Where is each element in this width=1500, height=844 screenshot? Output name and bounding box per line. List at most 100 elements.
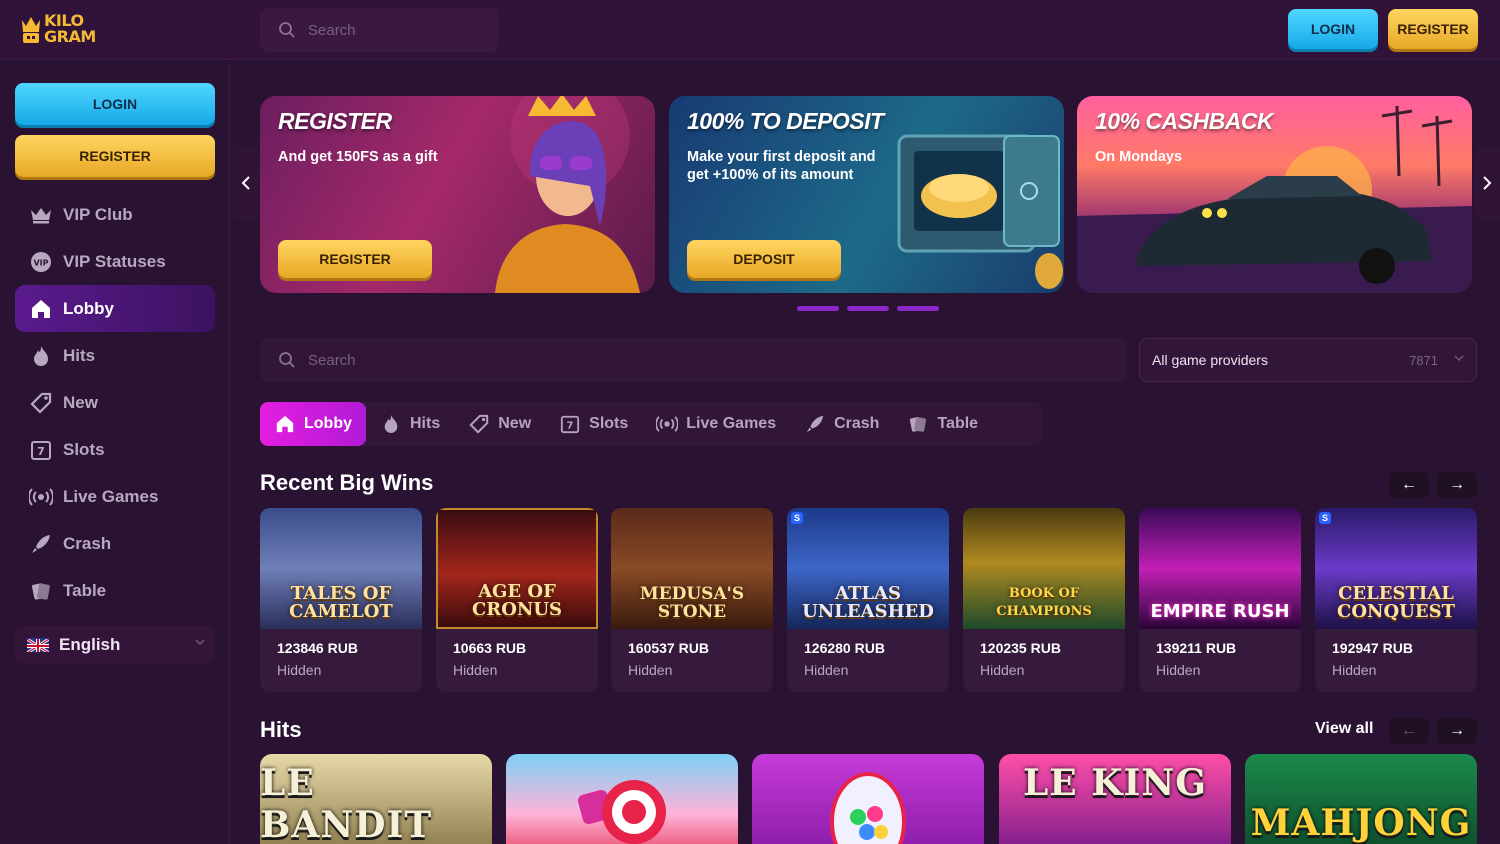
hit-game-card[interactable] bbox=[506, 754, 738, 844]
hit-game-card[interactable]: MAHJONG bbox=[1245, 754, 1477, 844]
logo[interactable]: KiLO GRAM bbox=[20, 8, 100, 50]
big-wins-title: Recent Big Wins bbox=[260, 470, 434, 495]
big-win-card[interactable]: MEDUSA'S STONE 160537 RUB Hidden bbox=[611, 508, 773, 692]
sidebar-item-vip-club[interactable]: VIP Club bbox=[15, 191, 215, 238]
big-win-card[interactable]: TALES OF CAMELOT 123846 RUB Hidden bbox=[260, 508, 422, 692]
top-login-button[interactable]: LOGIN bbox=[1288, 9, 1378, 49]
game-thumbnail: S ATLAS UNLEASHED bbox=[787, 508, 949, 629]
sidebar-item-hits[interactable]: Hits bbox=[15, 332, 215, 379]
home-icon bbox=[274, 413, 296, 435]
tab-hits[interactable]: Hits bbox=[366, 402, 454, 446]
game-thumbnail: TALES OF CAMELOT bbox=[260, 508, 422, 629]
providers-dropdown[interactable]: All game providers 7871 bbox=[1139, 338, 1477, 382]
tab-live-games[interactable]: Live Games bbox=[642, 402, 790, 446]
pagination-dot[interactable] bbox=[797, 306, 839, 311]
big-win-card[interactable]: EMPIRE RUSH 139211 RUB Hidden bbox=[1139, 508, 1301, 692]
rocket-icon bbox=[804, 413, 826, 435]
sidebar-item-label: Table bbox=[63, 580, 107, 600]
win-user: Hidden bbox=[1156, 662, 1201, 678]
logo-text: KiLO GRAM bbox=[44, 13, 96, 45]
hits-nav: ← → bbox=[1389, 718, 1477, 744]
sidebar-item-label: New bbox=[63, 392, 98, 412]
top-search-input[interactable] bbox=[308, 21, 478, 39]
language-selector[interactable]: English bbox=[15, 626, 215, 664]
win-amount: 123846 RUB bbox=[277, 640, 358, 656]
sidebar-login-button[interactable]: LOGIN bbox=[15, 83, 215, 125]
svg-text:7: 7 bbox=[567, 421, 574, 432]
big-wins-prev-button[interactable]: ← bbox=[1389, 472, 1429, 498]
top-bar: KiLO GRAM LOGIN REGISTER bbox=[0, 0, 1500, 60]
banner-prev-button[interactable] bbox=[233, 146, 259, 220]
sidebar-item-slots[interactable]: 7 Slots bbox=[15, 426, 215, 473]
banner-register[interactable]: REGISTER And get 150FS as a gift REGISTE… bbox=[260, 96, 655, 293]
banner-title: 100% TO DEPOSIT bbox=[687, 108, 884, 134]
top-register-button[interactable]: REGISTER bbox=[1388, 9, 1478, 49]
game-thumbnail: MEDUSA'S STONE bbox=[611, 508, 773, 629]
hit-game-card[interactable]: LE BANDIT bbox=[260, 754, 492, 844]
tab-table[interactable]: Table bbox=[893, 402, 992, 446]
sidebar-item-live-games[interactable]: Live Games bbox=[15, 473, 215, 520]
provider-badge-icon: S bbox=[791, 512, 803, 524]
hits-title: Hits bbox=[260, 717, 302, 742]
big-win-card[interactable]: S ATLAS UNLEASHED 126280 RUB Hidden bbox=[787, 508, 949, 692]
sidebar-item-vip-statuses[interactable]: VIP VIP Statuses bbox=[15, 238, 215, 285]
sidebar-item-label: Live Games bbox=[63, 486, 159, 506]
game-title: TALES OF CAMELOT bbox=[289, 583, 393, 622]
tab-label: Slots bbox=[589, 415, 629, 432]
tab-slots[interactable]: 7 Slots bbox=[545, 402, 642, 446]
cards-icon bbox=[29, 579, 53, 603]
sidebar-register-button[interactable]: REGISTER bbox=[15, 135, 215, 177]
svg-text:VIP: VIP bbox=[33, 258, 48, 267]
game-title: ATLAS UNLEASHED bbox=[802, 583, 934, 622]
game-search-box[interactable] bbox=[260, 338, 1126, 382]
flame-icon bbox=[380, 413, 402, 435]
big-win-card[interactable]: AGE OF CRONUS 10663 RUB Hidden bbox=[436, 508, 598, 692]
flame-icon bbox=[29, 344, 53, 368]
big-win-card[interactable]: BOOK OF CHAMPIONS 120235 RUB Hidden bbox=[963, 508, 1125, 692]
uk-flag-icon bbox=[27, 638, 49, 652]
big-win-card[interactable]: S CELESTIAL CONQUEST 192947 RUB Hidden bbox=[1315, 508, 1477, 692]
hits-view-all-link[interactable]: View all bbox=[1315, 720, 1373, 738]
banner-cashback[interactable]: 10% CASHBACK On Mondays bbox=[1077, 96, 1472, 293]
banner-deposit[interactable]: 100% TO DEPOSIT Make your first deposit … bbox=[669, 96, 1064, 293]
sidebar-item-new[interactable]: New bbox=[15, 379, 215, 426]
banner-next-button[interactable] bbox=[1474, 146, 1500, 220]
banner-deposit-button[interactable]: DEPOSIT bbox=[687, 240, 841, 278]
game-title: MEDUSA'S STONE bbox=[639, 584, 745, 622]
banner-text: Make your first deposit and get +100% of… bbox=[687, 149, 876, 183]
banner-pagination bbox=[797, 306, 939, 311]
pagination-dot[interactable] bbox=[897, 306, 939, 311]
hits-next-button[interactable]: → bbox=[1437, 718, 1477, 744]
arrow-right-icon: → bbox=[1449, 476, 1465, 493]
pagination-dot[interactable] bbox=[847, 306, 889, 311]
tab-new[interactable]: New bbox=[454, 402, 545, 446]
sidebar-item-lobby[interactable]: Lobby bbox=[15, 285, 215, 332]
sidebar-item-crash[interactable]: Crash bbox=[15, 520, 215, 567]
game-thumbnail: AGE OF CRONUS bbox=[436, 508, 598, 629]
game-search-input[interactable] bbox=[308, 351, 478, 369]
tab-label: Live Games bbox=[686, 415, 777, 432]
win-amount: 120235 RUB bbox=[980, 640, 1061, 656]
top-search-box[interactable] bbox=[260, 8, 498, 52]
sidebar-nav: VIP Club VIP VIP Statuses Lobby Hits New bbox=[15, 191, 215, 614]
svg-text:7: 7 bbox=[37, 445, 45, 458]
tab-crash[interactable]: Crash bbox=[790, 402, 893, 446]
tab-lobby[interactable]: Lobby bbox=[260, 402, 366, 446]
hit-game-card[interactable]: LE KING bbox=[999, 754, 1231, 844]
sidebar-item-label: VIP Club bbox=[63, 204, 133, 224]
slot-machine-icon: 7 bbox=[29, 438, 53, 462]
hits-prev-button[interactable]: ← bbox=[1389, 718, 1429, 744]
win-amount: 160537 RUB bbox=[628, 640, 709, 656]
win-user: Hidden bbox=[453, 662, 498, 678]
language-label: English bbox=[59, 635, 121, 654]
win-user: Hidden bbox=[277, 662, 322, 678]
big-wins-next-button[interactable]: → bbox=[1437, 472, 1477, 498]
win-amount: 10663 RUB bbox=[453, 640, 527, 656]
game-title: LE KING bbox=[1022, 762, 1208, 804]
win-amount: 126280 RUB bbox=[804, 640, 885, 656]
sidebar-item-table[interactable]: Table bbox=[15, 567, 215, 614]
sidebar-item-label: Crash bbox=[63, 533, 112, 553]
banner-register-button[interactable]: REGISTER bbox=[278, 240, 432, 278]
hit-game-card[interactable] bbox=[752, 754, 984, 844]
search-icon bbox=[279, 22, 295, 38]
